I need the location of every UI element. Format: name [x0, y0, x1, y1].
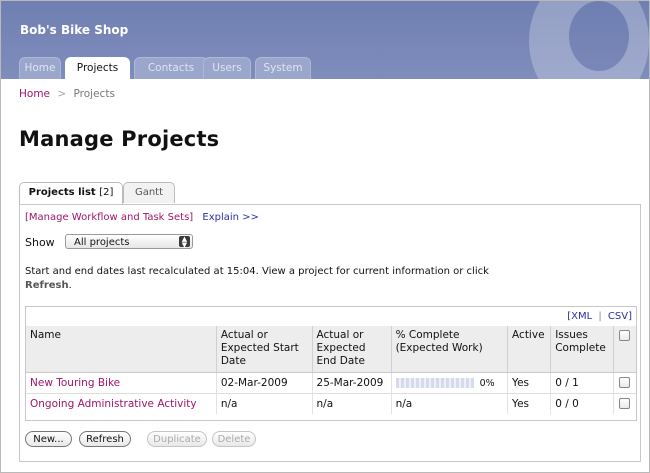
- new-button[interactable]: New...: [25, 431, 72, 447]
- tab-gantt[interactable]: Gantt: [123, 182, 175, 203]
- app-header: Bob's Bike Shop Home Projects Contacts U…: [1, 1, 649, 79]
- recalc-info: Start and end dates last recalculated at…: [25, 265, 625, 293]
- tab-projects-list-label: Projects list: [28, 187, 96, 198]
- percent-complete-value: 0%: [479, 377, 495, 389]
- app-window: Bob's Bike Shop Home Projects Contacts U…: [0, 0, 650, 473]
- col-name[interactable]: Name: [26, 326, 217, 373]
- col-percent-complete[interactable]: % Complete (Expected Work): [390, 326, 508, 373]
- breadcrumb-current: Projects: [73, 88, 115, 100]
- project-name-cell: New Touring Bike: [26, 371, 217, 393]
- row-select-cell: [612, 392, 636, 414]
- select-all-checkbox[interactable]: [619, 329, 631, 341]
- table-row: Ongoing Administrative Activity n/a n/a …: [26, 392, 636, 414]
- page-title: Manage Projects: [19, 127, 220, 151]
- show-select-value: All projects: [74, 237, 130, 248]
- tab-projects-list[interactable]: Projects list [2]: [19, 182, 123, 204]
- row-select-cell: [612, 371, 636, 393]
- tab-contacts[interactable]: Contacts: [134, 57, 208, 79]
- export-separator: |: [598, 311, 602, 322]
- col-issues-complete[interactable]: Issues Complete: [550, 326, 614, 373]
- table-header-row: Name Actual or Expected Start Date Actua…: [26, 326, 636, 373]
- end-date-cell: 25-Mar-2009: [311, 371, 392, 393]
- percent-complete-cell: 0%: [390, 371, 508, 393]
- progress-bar: [395, 377, 474, 388]
- tab-projects-list-count: [2]: [99, 187, 114, 198]
- explain-link[interactable]: Explain >>: [202, 212, 259, 223]
- projects-table: Name Actual or Expected Start Date Actua…: [26, 326, 636, 414]
- start-date-cell: n/a: [215, 392, 313, 414]
- percent-complete-cell: n/a: [390, 392, 508, 414]
- project-link[interactable]: New Touring Bike: [30, 377, 120, 389]
- panel-links: [Manage Workflow and Task Sets] Explain …: [25, 212, 259, 223]
- tab-system[interactable]: System: [255, 57, 311, 79]
- show-filter: Show All projects ▲ ▼: [25, 234, 193, 249]
- col-active[interactable]: Active: [507, 326, 551, 373]
- end-date-cell: n/a: [311, 392, 392, 414]
- duplicate-button[interactable]: Duplicate: [147, 431, 207, 447]
- issues-cell: 0 / 0: [550, 392, 614, 414]
- manage-workflow-link[interactable]: [Manage Workflow and Task Sets]: [25, 212, 193, 223]
- projects-table-container: [XML | CSV] Name Actual or Expected Star…: [25, 306, 637, 421]
- refresh-button[interactable]: Refresh: [79, 431, 131, 447]
- row-checkbox[interactable]: [619, 377, 631, 388]
- projects-panel: [Manage Workflow and Task Sets] Explain …: [19, 204, 641, 462]
- row-checkbox[interactable]: [619, 398, 631, 409]
- tab-projects[interactable]: Projects: [65, 57, 130, 79]
- recalc-info-trailing: .: [68, 280, 72, 291]
- project-link[interactable]: Ongoing Administrative Activity: [30, 398, 197, 410]
- col-select-all: [612, 326, 636, 373]
- recalc-info-text: Start and end dates last recalculated at…: [25, 266, 489, 277]
- start-date-cell: 02-Mar-2009: [215, 371, 313, 393]
- table-row: New Touring Bike 02-Mar-2009 25-Mar-2009…: [26, 371, 636, 393]
- issues-cell: 0 / 1: [550, 371, 614, 393]
- col-start-date[interactable]: Actual or Expected Start Date: [215, 326, 313, 373]
- active-cell: Yes: [507, 392, 551, 414]
- export-links: [XML | CSV]: [567, 311, 632, 322]
- col-end-date[interactable]: Actual or Expected End Date: [311, 326, 392, 373]
- refresh-link[interactable]: Refresh: [25, 280, 69, 291]
- breadcrumb-separator: >: [57, 88, 67, 100]
- show-label: Show: [25, 236, 55, 249]
- export-csv-link[interactable]: CSV]: [608, 311, 632, 322]
- active-cell: Yes: [507, 371, 551, 393]
- select-arrows-icon: ▲ ▼: [179, 236, 190, 249]
- tab-users[interactable]: Users: [203, 57, 251, 79]
- export-xml-link[interactable]: [XML: [567, 311, 592, 322]
- project-name-cell: Ongoing Administrative Activity: [26, 392, 217, 414]
- breadcrumb-home-link[interactable]: Home: [19, 88, 50, 100]
- show-select[interactable]: All projects ▲ ▼: [65, 234, 193, 249]
- delete-button[interactable]: Delete: [212, 431, 256, 447]
- app-title: Bob's Bike Shop: [20, 23, 129, 37]
- header-decoration: [529, 1, 649, 79]
- breadcrumb: Home > Projects: [19, 88, 115, 100]
- tab-home[interactable]: Home: [19, 57, 61, 79]
